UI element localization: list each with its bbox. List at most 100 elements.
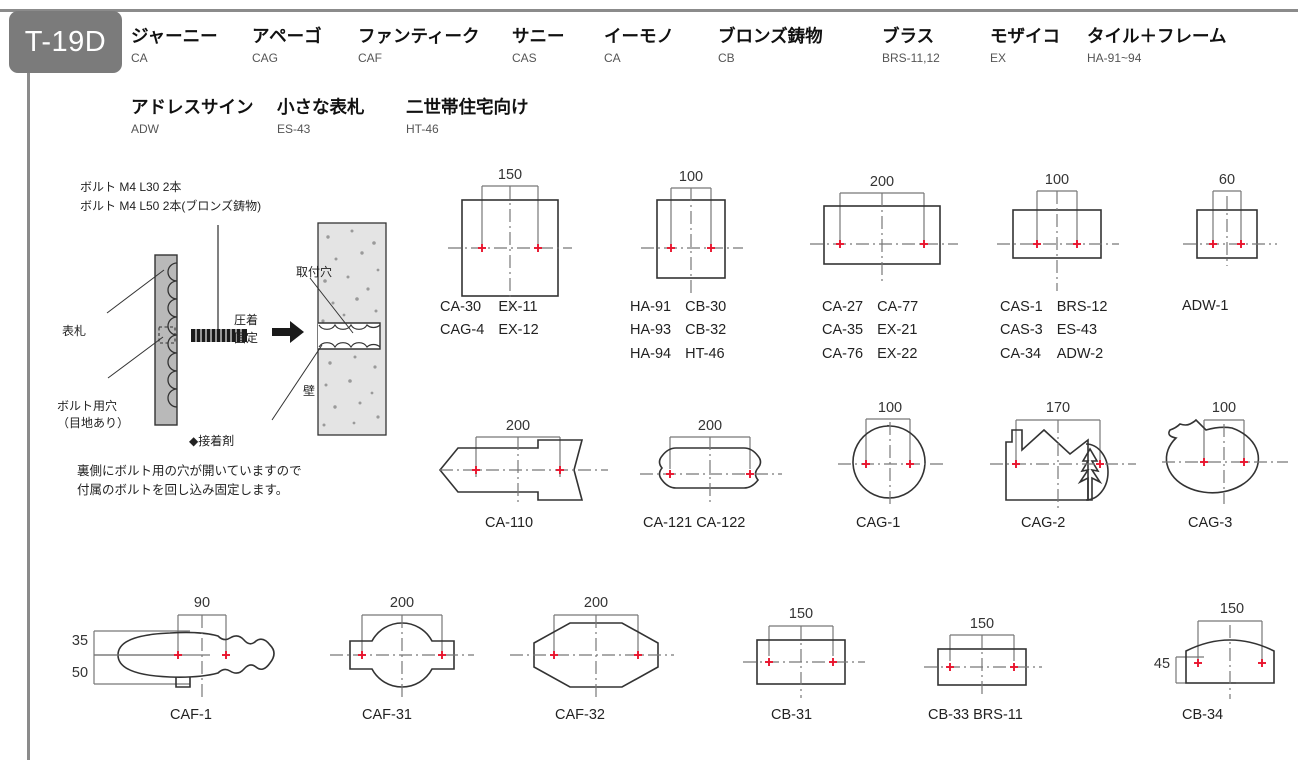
label-mounting-hole: 取付穴 bbox=[296, 265, 333, 279]
caption-ca-121: CA-121 CA-122 bbox=[643, 515, 746, 531]
label-nameplate: 表札 bbox=[62, 324, 87, 338]
dim-top-ca-110: 200 bbox=[506, 418, 530, 434]
drawing-cb-31: 150 bbox=[735, 600, 875, 705]
caption-cb-33: CB-33 BRS-11 bbox=[928, 707, 1023, 723]
drawing-cag-1: 100 bbox=[832, 396, 962, 512]
product-name-item: ジャーニー CA bbox=[131, 26, 218, 65]
codes-col-a: HA-91 HA-93 HA-94 bbox=[630, 299, 672, 362]
caption-cag-2: CAG-2 bbox=[1021, 515, 1066, 531]
codes-col-a: CA-27 CA-35 CA-76 bbox=[822, 299, 864, 362]
dim-top-ca-27: 200 bbox=[870, 174, 894, 190]
product-name-jp: ファンティーク bbox=[358, 26, 480, 46]
dim-top-caf-1: 90 bbox=[194, 595, 210, 611]
product-name-jp: ブラス bbox=[882, 26, 935, 46]
caption-cag-1: CAG-1 bbox=[856, 515, 901, 531]
product-name-item: ブロンズ鋳物 CB bbox=[718, 26, 823, 65]
product-name-item: アペーゴ CAG bbox=[252, 26, 322, 65]
dim-top-ca-30: 150 bbox=[498, 167, 522, 183]
product-name-item: イーモノ CA bbox=[604, 26, 674, 65]
codes-cas-1: CAS-1 CAS-3 CA-34 BRS-12 ES-43 ADW-2 bbox=[1000, 296, 1108, 366]
caption-caf-1: CAF-1 bbox=[170, 707, 212, 723]
top-rule bbox=[0, 9, 1298, 12]
drawing-cb-34: 150 45 bbox=[1140, 595, 1298, 705]
dim-top-cag-1: 100 bbox=[878, 400, 902, 416]
bolt-note-line1: ボルト M4 L30 2本 bbox=[80, 180, 182, 194]
dim-left-cb-34: 45 bbox=[1154, 656, 1170, 672]
codes-col-a: CA-30 CAG-4 bbox=[440, 299, 485, 339]
product-name-code: ADW bbox=[131, 121, 159, 136]
product-name-code: CB bbox=[718, 50, 735, 65]
label-bolt-hole-line1: ボルト用穴 bbox=[57, 399, 118, 413]
label-press-line1: 圧着 bbox=[234, 313, 259, 327]
caption-caf-32: CAF-32 bbox=[555, 707, 605, 723]
dim-top-ha-91: 100 bbox=[679, 169, 703, 185]
product-name-code: CAG bbox=[252, 50, 279, 65]
product-name-jp: ジャーニー bbox=[131, 26, 218, 46]
product-name-jp: イーモノ bbox=[604, 26, 674, 46]
dim-top-ca-121: 200 bbox=[698, 418, 722, 434]
page-number-label: T-19D bbox=[24, 25, 107, 58]
drawing-caf-31: 200 bbox=[320, 585, 480, 700]
codes-ha-91: HA-91 HA-93 HA-94 CB-30 CB-32 HT-46 bbox=[630, 296, 726, 366]
label-bolt-hole-line2: （目地あり） bbox=[57, 416, 130, 430]
product-name-code: CA bbox=[131, 50, 148, 65]
product-name-item: 二世帯住宅向け HT-46 bbox=[406, 98, 529, 136]
product-name-code: BRS-11,12 bbox=[882, 50, 940, 65]
dim-left-caf-1-a: 35 bbox=[72, 633, 88, 649]
codes-col-b: BRS-12 ES-43 ADW-2 bbox=[1056, 299, 1108, 362]
bolt-note-line2: ボルト M4 L50 2本(ブロンズ鋳物) bbox=[80, 198, 262, 213]
drawing-cas-1: 100 bbox=[993, 166, 1123, 291]
caption-adw-1: ADW-1 bbox=[1182, 298, 1229, 314]
codes-ca-27: CA-27 CA-35 CA-76 CA-77 EX-21 EX-22 bbox=[822, 296, 918, 366]
label-press-line2: 固定 bbox=[234, 331, 259, 345]
product-name-code: CA bbox=[604, 50, 621, 65]
drawing-adw-1: 60 bbox=[1175, 166, 1285, 290]
dim-top-cb-31: 150 bbox=[789, 606, 813, 622]
product-name-jp: モザイコ bbox=[990, 26, 1060, 46]
dim-top-cb-34: 150 bbox=[1220, 601, 1244, 617]
codes-col-a: CAS-1 CAS-3 CA-34 bbox=[1000, 299, 1043, 362]
product-name-code: ES-43 bbox=[277, 121, 311, 136]
drawing-caf-32: 200 bbox=[510, 585, 680, 700]
codes-col-b: CA-77 EX-21 EX-22 bbox=[877, 299, 919, 362]
product-name-jp: 小さな表札 bbox=[277, 97, 365, 117]
codes-col-b: CB-30 CB-32 HT-46 bbox=[685, 299, 727, 362]
drawing-ca-121: 200 bbox=[630, 412, 790, 512]
label-adhesive: ◆接着剤 bbox=[189, 434, 235, 448]
product-name-jp: アドレスサイン bbox=[131, 97, 254, 117]
product-name-item: 小さな表札 ES-43 bbox=[277, 97, 365, 136]
product-name-item: サニー CAS bbox=[512, 27, 565, 65]
product-name-jp: ブロンズ鋳物 bbox=[718, 26, 823, 46]
product-name-jp: アペーゴ bbox=[252, 26, 322, 46]
drawing-ca-30: 150 bbox=[440, 160, 580, 310]
drawing-ha-91: 100 bbox=[625, 166, 755, 296]
dim-top-cas-1: 100 bbox=[1045, 172, 1069, 188]
caption-cb-31: CB-31 bbox=[771, 707, 813, 723]
drawing-cb-33: 150 bbox=[920, 612, 1060, 707]
product-name-item: モザイコ EX bbox=[990, 26, 1060, 65]
caption-cb-34: CB-34 bbox=[1182, 707, 1224, 723]
dim-top-cb-33: 150 bbox=[970, 616, 994, 632]
dim-top-caf-31: 200 bbox=[390, 595, 414, 611]
caption-ca-110: CA-110 bbox=[485, 515, 534, 531]
product-name-code: HA-91~94 bbox=[1087, 50, 1142, 65]
dim-top-caf-32: 200 bbox=[584, 595, 608, 611]
product-name-code: HT-46 bbox=[406, 121, 439, 136]
caption-cag-3: CAG-3 bbox=[1188, 515, 1233, 531]
product-name-item: アドレスサイン ADW bbox=[131, 97, 254, 136]
product-name-code: CAS bbox=[512, 50, 537, 65]
drawing-cag-3: 100 bbox=[1152, 396, 1292, 512]
dim-left-caf-1-b: 50 bbox=[72, 665, 88, 681]
product-name-code: CAF bbox=[358, 50, 382, 65]
product-name-item: ブラス BRS-11,12 bbox=[882, 26, 940, 65]
product-name-item: ファンティーク CAF bbox=[358, 26, 480, 65]
product-name-code: EX bbox=[990, 50, 1007, 65]
dim-top-cag-2: 170 bbox=[1046, 400, 1070, 416]
footnote-line2: 付属のボルトを回し込み固定します。 bbox=[77, 483, 289, 497]
codes-col-b: EX-11 EX-12 bbox=[498, 299, 539, 339]
label-wall: 壁 bbox=[303, 384, 316, 398]
codes-ca-30: CA-30 CAG-4 EX-11 EX-12 bbox=[440, 296, 539, 343]
footnote-line1: 裏側にボルト用の穴が開いていますので bbox=[77, 464, 302, 478]
dim-top-cag-3: 100 bbox=[1212, 400, 1236, 416]
dim-top-adw-1: 60 bbox=[1219, 172, 1235, 188]
